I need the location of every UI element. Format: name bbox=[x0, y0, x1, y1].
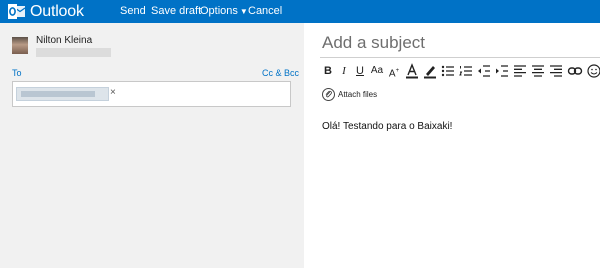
font-size-icon[interactable]: Aa bbox=[369, 63, 385, 79]
to-label: To bbox=[12, 68, 22, 78]
save-draft-button[interactable]: Save draft bbox=[151, 0, 201, 23]
highlight-icon[interactable] bbox=[422, 63, 438, 79]
align-right-icon[interactable] bbox=[548, 63, 564, 79]
attach-files-button[interactable]: Attach files bbox=[322, 88, 377, 101]
increase-indent-icon[interactable] bbox=[494, 63, 510, 79]
numbered-list-icon[interactable] bbox=[458, 63, 474, 79]
outlook-logo-icon bbox=[8, 4, 26, 19]
compose-pane: B I U Aa A+ bbox=[304, 23, 600, 268]
avatar bbox=[12, 37, 28, 54]
emoji-icon[interactable] bbox=[586, 63, 600, 79]
top-bar: Outlook Send Save draft Options ▼ Cancel bbox=[0, 0, 600, 23]
subject-input[interactable] bbox=[322, 32, 592, 54]
bullet-list-icon[interactable] bbox=[440, 63, 456, 79]
grow-font-icon[interactable]: A+ bbox=[386, 63, 402, 79]
italic-icon[interactable]: I bbox=[336, 63, 352, 79]
align-left-icon[interactable] bbox=[512, 63, 528, 79]
decrease-indent-icon[interactable] bbox=[476, 63, 492, 79]
send-button[interactable]: Send bbox=[120, 0, 146, 23]
link-icon[interactable] bbox=[567, 63, 583, 79]
recipient-chip[interactable] bbox=[16, 87, 109, 101]
sender-name: Nilton Kleina bbox=[36, 35, 93, 46]
header-pane: Nilton Kleina To Cc & Bcc × bbox=[0, 23, 304, 268]
app-name: Outlook bbox=[30, 3, 84, 20]
options-label: Options bbox=[200, 5, 238, 17]
align-center-icon[interactable] bbox=[530, 63, 546, 79]
message-body[interactable]: Olá! Testando para o Baixaki! bbox=[322, 121, 452, 132]
chevron-down-icon: ▼ bbox=[239, 7, 248, 16]
options-button[interactable]: Options ▼ bbox=[200, 0, 248, 23]
font-color-icon[interactable] bbox=[404, 63, 420, 79]
cc-bcc-link[interactable]: Cc & Bcc bbox=[262, 68, 299, 78]
recipient-name-redacted bbox=[21, 91, 95, 97]
underline-icon[interactable]: U bbox=[352, 63, 368, 79]
remove-recipient-icon[interactable]: × bbox=[110, 87, 116, 99]
paperclip-icon bbox=[322, 88, 335, 101]
outlook-logo[interactable]: Outlook bbox=[8, 3, 84, 20]
subject-divider bbox=[320, 57, 600, 58]
attach-files-label: Attach files bbox=[338, 90, 378, 99]
bold-icon[interactable]: B bbox=[320, 63, 336, 79]
to-field[interactable]: × bbox=[12, 81, 291, 107]
cancel-button[interactable]: Cancel bbox=[248, 0, 282, 23]
sender-email-redacted bbox=[36, 48, 111, 57]
